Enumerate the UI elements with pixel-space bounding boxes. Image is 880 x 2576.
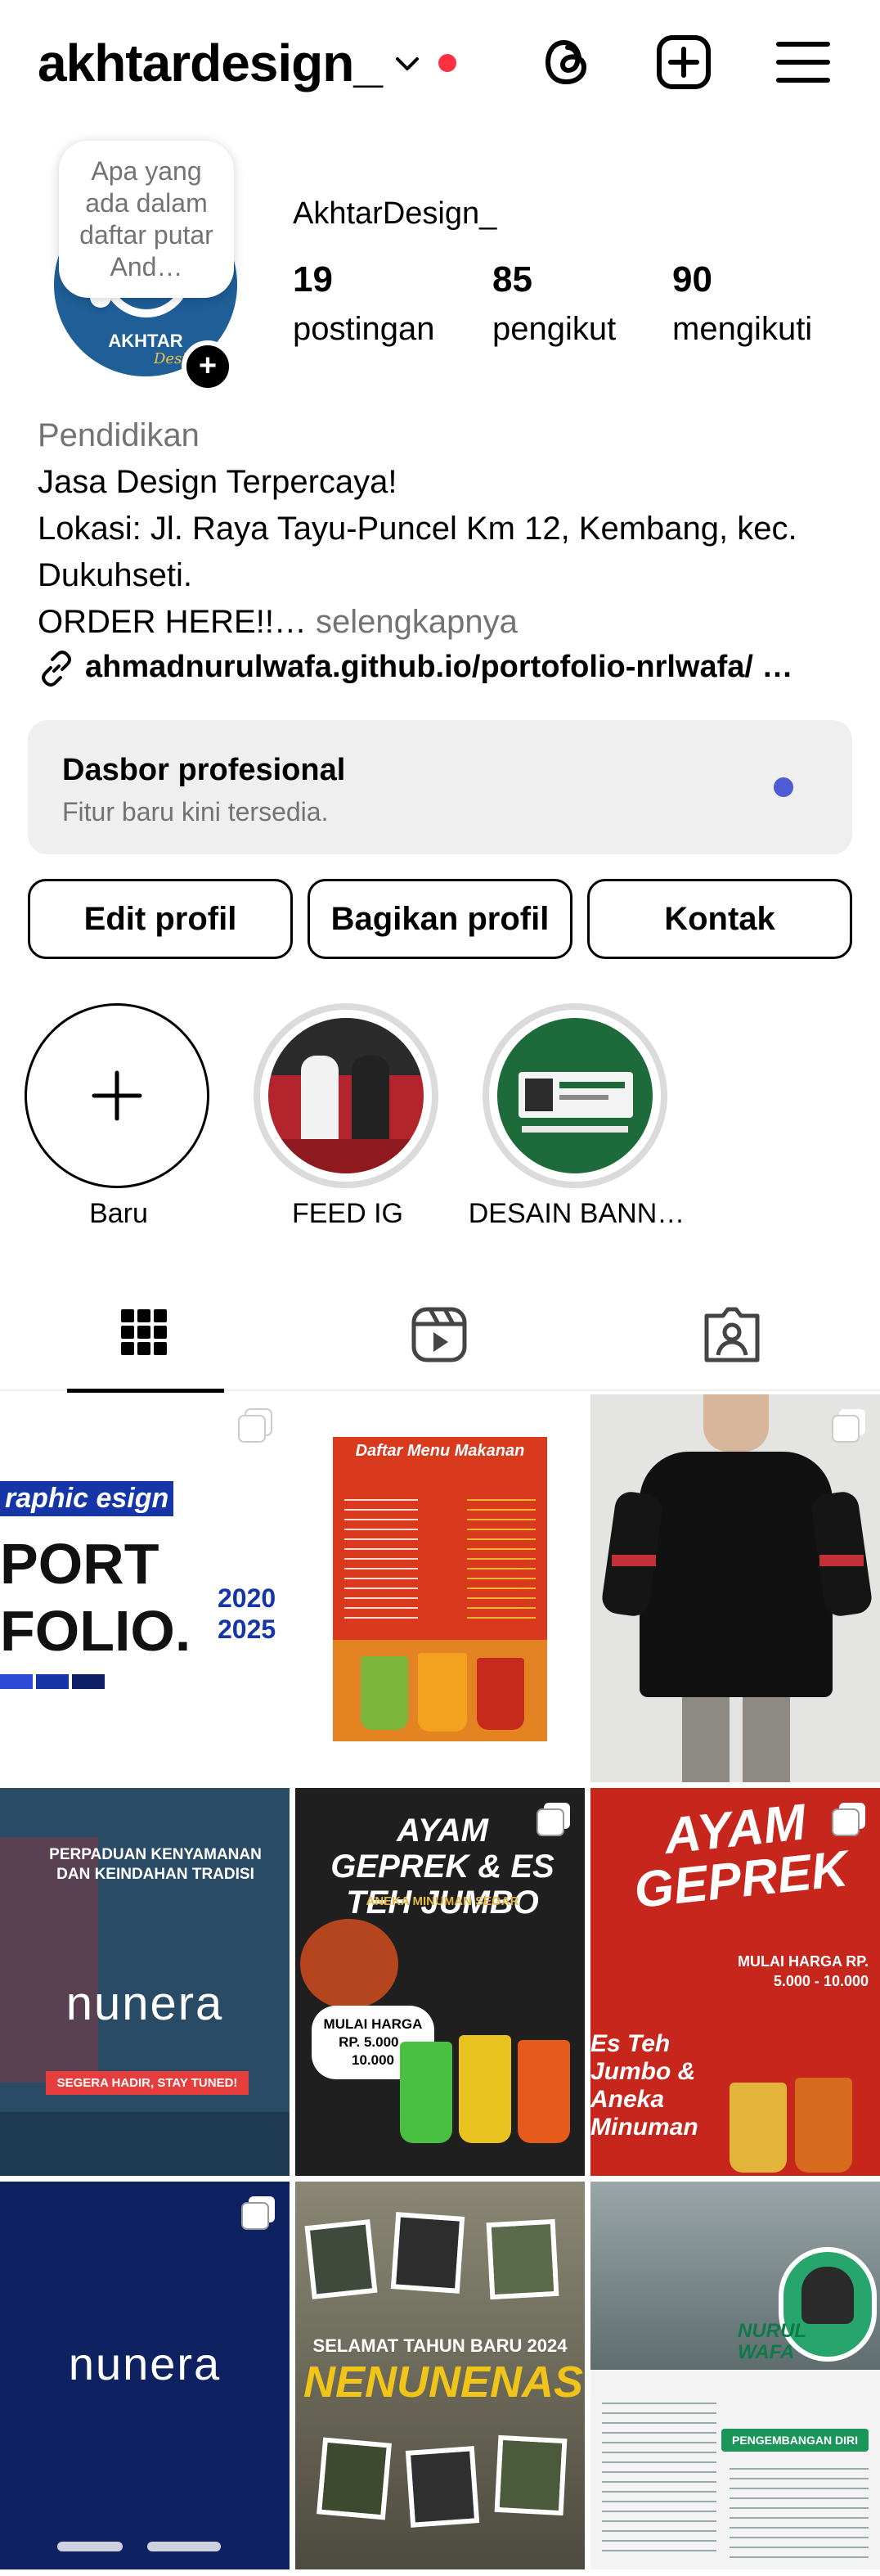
bio-link-text: ahmadnurulwafa.github.io/portofolio-nrlw… <box>85 650 793 684</box>
post-subtitle: PENGEMBANGAN DIRI <box>721 2429 869 2452</box>
stat-following-value: 90 <box>672 259 712 299</box>
username-switcher[interactable]: akhtardesign_ <box>38 33 383 93</box>
carousel-icon <box>832 1409 865 1443</box>
highlight-label: Baru <box>89 1198 148 1229</box>
highlight-cover-image <box>268 1018 424 1173</box>
post-big-text: PORT FOLIO. <box>0 1532 191 1663</box>
post-subtitle: ANEKA MINUMAN SEGAR <box>366 1894 519 1908</box>
post-thumbnail[interactable]: nunera <box>0 2182 290 2569</box>
post-thumbnail[interactable] <box>590 1394 880 1782</box>
post-price: MULAI HARGA RP. 5.000 - 10.000 <box>737 1953 869 1989</box>
post-title: SELAMAT TAHUN BARU 2024 <box>312 2335 568 2356</box>
link-icon <box>42 651 71 687</box>
stat-followers[interactable]: 85 pengikut <box>492 259 616 350</box>
post-title: Daftar Menu Makanan <box>355 1442 525 1460</box>
post-thumbnail[interactable]: NURUL WAFA PENGEMBANGAN DIRI <box>590 2182 880 2569</box>
carousel-icon <box>241 2196 275 2230</box>
professional-dashboard[interactable]: Dasbor profesional Fitur baru kini terse… <box>28 720 852 854</box>
bio-category: Pendidikan <box>38 417 200 453</box>
reels-icon <box>411 1307 467 1362</box>
chevron-down-icon[interactable] <box>391 47 424 80</box>
share-profile-button[interactable]: Bagikan profil <box>308 879 572 959</box>
stat-posts-value: 19 <box>293 259 333 299</box>
stat-posts-label: postingan <box>293 311 435 347</box>
post-subtitle: Es Teh Jumbo & Aneka Minuman <box>590 2030 698 2141</box>
post-thumbnail[interactable]: Daftar Menu Makanan <box>295 1394 585 1782</box>
top-bar: akhtardesign_ <box>0 0 880 131</box>
add-story-plus-icon[interactable]: + <box>182 340 234 393</box>
carousel-icon <box>832 1803 865 1836</box>
post-thumbnail[interactable]: raphic esign PORT FOLIO. 2020 2025 <box>0 1394 290 1782</box>
stat-following-label: mengikuti <box>672 311 813 347</box>
edit-profile-button[interactable]: Edit profil <box>28 879 293 959</box>
note-bubble[interactable]: Apa yang ada dalam daftar putar And… <box>59 141 234 298</box>
highlight-label: FEED IG <box>291 1198 404 1229</box>
carousel-icon <box>537 1803 570 1836</box>
bio-line: ORDER HERE!!… <box>38 604 307 640</box>
post-title: PERPADUAN KENYAMANAN DAN KEINDAHAN TRADI… <box>49 1846 262 1883</box>
stat-followers-value: 85 <box>492 259 532 299</box>
display-name: AkhtarDesign_ <box>293 196 497 231</box>
add-post-icon[interactable] <box>654 33 713 92</box>
carousel-icon <box>238 1408 272 1443</box>
post-years: 2020 2025 <box>218 1583 276 1644</box>
stat-following[interactable]: 90 mengikuti <box>672 259 812 350</box>
plus-icon <box>92 1070 142 1121</box>
notification-dot <box>438 54 456 72</box>
bio: Pendidikan Jasa Design Terpercaya! Lokas… <box>38 412 855 646</box>
highlight-label: DESAIN BANN… <box>468 1198 685 1229</box>
see-more-link[interactable]: selengkapnya <box>307 604 518 640</box>
post-brand: nunera <box>68 2338 222 2389</box>
post-thumbnail[interactable]: PERPADUAN KENYAMANAN DAN KEINDAHAN TRADI… <box>0 1788 290 2176</box>
dashboard-subtitle: Fitur baru kini tersedia. <box>62 797 329 826</box>
tagged-icon <box>704 1307 760 1362</box>
post-title: AYAM GEPREK <box>631 1794 851 1920</box>
post-thumbnail[interactable]: AYAM GEPREK MULAI HARGA RP. 5.000 - 10.0… <box>590 1788 880 2176</box>
tab-tagged[interactable] <box>586 1277 878 1391</box>
post-title: raphic esign <box>0 1481 174 1516</box>
grid-icon <box>121 1309 167 1355</box>
dashboard-title: Dasbor profesional <box>62 753 346 787</box>
bio-line-more[interactable]: ORDER HERE!!… selengkapnya <box>38 599 855 646</box>
tab-reels[interactable] <box>293 1277 586 1391</box>
highlight-new-circle <box>25 1003 209 1188</box>
threads-icon[interactable] <box>538 33 597 92</box>
bio-line: Lokasi: Jl. Raya Tayu-Puncel Km 12, Kemb… <box>38 511 797 593</box>
highlight-cover-image <box>497 1018 653 1173</box>
post-brand: nunera <box>65 1977 224 2030</box>
stat-followers-label: pengikut <box>492 311 617 347</box>
tab-posts-grid[interactable] <box>0 1277 293 1393</box>
highlight-ring <box>254 1003 438 1188</box>
stat-posts[interactable]: 19 postingan <box>293 259 434 350</box>
bio-line: Jasa Design Terpercaya! <box>38 464 397 500</box>
contact-button[interactable]: Kontak <box>587 879 852 959</box>
profile-tabs <box>0 1277 880 1393</box>
post-title: NURUL WAFA <box>738 2320 806 2363</box>
new-feature-dot <box>774 777 793 797</box>
post-tagline: SEGERA HADIR, STAY TUNED! <box>46 2071 249 2095</box>
post-thumbnail[interactable]: SELAMAT TAHUN BARU 2024 NENUNENAS <box>295 2182 585 2569</box>
bio-link[interactable]: ahmadnurulwafa.github.io/portofolio-nrlw… <box>38 646 855 692</box>
post-thumbnail[interactable]: AYAM GEPREK & ES TEH JUMBO ANEKA MINUMAN… <box>295 1788 585 2176</box>
active-tab-indicator <box>67 1389 224 1393</box>
menu-icon[interactable] <box>774 33 833 92</box>
highlight-ring <box>483 1003 667 1188</box>
post-big-text: NENUNENAS <box>303 2358 584 2407</box>
